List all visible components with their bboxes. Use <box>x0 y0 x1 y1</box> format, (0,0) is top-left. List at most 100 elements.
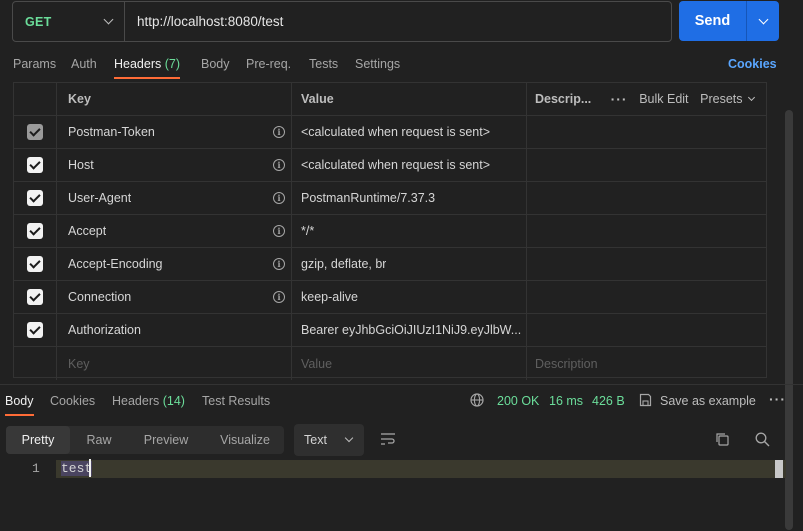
wrap-lines-icon[interactable] <box>380 432 396 446</box>
row-check-cell <box>14 281 57 313</box>
row-checkbox[interactable] <box>27 322 43 338</box>
tab-test-results[interactable]: Test Results <box>202 389 270 416</box>
header-check-col <box>14 83 57 115</box>
tab-response-headers-label: Headers <box>112 394 160 408</box>
send-options-button[interactable] <box>747 14 779 24</box>
row-key-cell[interactable]: Host i <box>57 149 292 181</box>
row-value-cell[interactable]: <calculated when request is sent> <box>292 149 527 181</box>
chevron-down-icon <box>758 14 768 24</box>
header-desc-label: Descrip... <box>535 92 592 106</box>
row-key-cell[interactable]: Authorization <box>57 314 292 346</box>
text-cursor <box>89 459 91 477</box>
table-row: Postman-Token i <calculated when request … <box>14 116 766 149</box>
presets-label: Presets <box>700 92 743 106</box>
row-value: <calculated when request is sent> <box>301 158 491 172</box>
response-body-text[interactable]: test <box>61 461 93 476</box>
tab-prereq[interactable]: Pre-req. <box>246 52 291 79</box>
tab-headers[interactable]: Headers (7) <box>114 52 181 79</box>
tab-raw[interactable]: Raw <box>76 426 122 454</box>
row-desc-cell[interactable] <box>527 149 766 181</box>
format-select[interactable]: Text <box>294 424 364 456</box>
row-key-cell[interactable]: User-Agent i <box>57 182 292 214</box>
tab-settings[interactable]: Settings <box>355 52 400 79</box>
line-number: 1 <box>32 461 40 476</box>
tab-response-body[interactable]: Body <box>5 389 34 416</box>
more-options-icon[interactable]: ··· <box>769 391 786 407</box>
save-as-example-button[interactable]: Save as example <box>660 394 756 408</box>
pane-divider[interactable] <box>0 384 803 385</box>
row-value-cell[interactable]: keep-alive <box>292 281 527 313</box>
tab-response-cookies[interactable]: Cookies <box>50 389 95 416</box>
cookies-link[interactable]: Cookies <box>728 52 777 79</box>
bulk-edit-button[interactable]: Bulk Edit <box>639 92 688 106</box>
new-value-input[interactable]: Value <box>292 347 527 380</box>
row-value-cell[interactable]: Bearer eyJhbGciOiJIUzI1NiJ9.eyJlbW... <box>292 314 527 346</box>
row-desc-cell[interactable] <box>527 314 766 346</box>
row-value-cell[interactable]: gzip, deflate, br <box>292 248 527 280</box>
new-desc-input[interactable]: Description <box>527 347 766 380</box>
tab-pretty[interactable]: Pretty <box>6 426 70 454</box>
status-code[interactable]: 200 OK <box>497 394 539 408</box>
tab-body[interactable]: Body <box>201 52 230 79</box>
row-checkbox[interactable] <box>27 289 43 305</box>
info-icon[interactable]: i <box>273 225 285 237</box>
url-input[interactable] <box>125 14 671 29</box>
tab-visualize[interactable]: Visualize <box>210 426 280 454</box>
row-desc-cell[interactable] <box>527 281 766 313</box>
chevron-down-icon <box>747 94 756 102</box>
globe-icon[interactable] <box>470 393 484 407</box>
editor-scroll-marker[interactable] <box>775 460 783 478</box>
row-check-cell <box>14 215 57 247</box>
row-checkbox[interactable] <box>27 256 43 272</box>
table-row: Host i <calculated when request is sent> <box>14 149 766 182</box>
tab-response-headers[interactable]: Headers (14) <box>112 389 185 416</box>
info-icon[interactable]: i <box>273 258 285 270</box>
tab-preview[interactable]: Preview <box>130 426 202 454</box>
response-tabs: Body Cookies Headers (14) Test Results 2… <box>0 389 803 416</box>
new-key-input[interactable]: Key <box>57 347 292 380</box>
row-key: Authorization <box>68 323 141 337</box>
new-header-row: Key Value Description <box>14 347 766 380</box>
table-row: Authorization Bearer eyJhbGciOiJIUzI1NiJ… <box>14 314 766 347</box>
row-value-cell[interactable]: */* <box>292 215 527 247</box>
tab-auth[interactable]: Auth <box>71 52 97 79</box>
response-size[interactable]: 426 B <box>592 394 625 408</box>
method-select[interactable]: GET <box>13 2 125 41</box>
info-icon[interactable]: i <box>273 291 285 303</box>
row-checkbox[interactable] <box>27 124 43 140</box>
tab-params[interactable]: Params <box>13 52 56 79</box>
row-checkbox[interactable] <box>27 190 43 206</box>
info-icon[interactable]: i <box>273 192 285 204</box>
row-check-cell <box>14 314 57 346</box>
response-time[interactable]: 16 ms <box>549 394 583 408</box>
row-desc-cell[interactable] <box>527 116 766 148</box>
row-desc-cell[interactable] <box>527 215 766 247</box>
search-icon[interactable] <box>755 432 770 447</box>
format-label: Text <box>304 433 327 447</box>
table-header-row: Key Value Descrip... ··· Bulk Edit Prese… <box>14 83 766 116</box>
presets-dropdown[interactable]: Presets <box>700 92 756 106</box>
send-button[interactable]: Send <box>679 1 779 41</box>
row-key-cell[interactable]: Accept i <box>57 215 292 247</box>
row-value: PostmanRuntime/7.37.3 <box>301 191 436 205</box>
scrollbar[interactable] <box>785 110 793 530</box>
tab-headers-label: Headers <box>114 57 162 71</box>
send-label: Send <box>694 13 731 29</box>
row-value-cell[interactable]: PostmanRuntime/7.37.3 <box>292 182 527 214</box>
row-checkbox[interactable] <box>27 223 43 239</box>
tab-tests[interactable]: Tests <box>309 52 338 79</box>
row-key-cell[interactable]: Connection i <box>57 281 292 313</box>
row-key: Host <box>68 158 94 172</box>
row-key: Connection <box>68 290 132 304</box>
row-key-cell[interactable]: Accept-Encoding i <box>57 248 292 280</box>
copy-icon[interactable] <box>715 432 730 447</box>
info-icon[interactable]: i <box>273 126 285 138</box>
url-bar: GET <box>12 1 672 42</box>
row-desc-cell[interactable] <box>527 182 766 214</box>
row-checkbox[interactable] <box>27 157 43 173</box>
row-desc-cell[interactable] <box>527 248 766 280</box>
more-icon[interactable]: ··· <box>611 91 628 107</box>
row-key-cell[interactable]: Postman-Token i <box>57 116 292 148</box>
info-icon[interactable]: i <box>273 159 285 171</box>
row-value-cell[interactable]: <calculated when request is sent> <box>292 116 527 148</box>
